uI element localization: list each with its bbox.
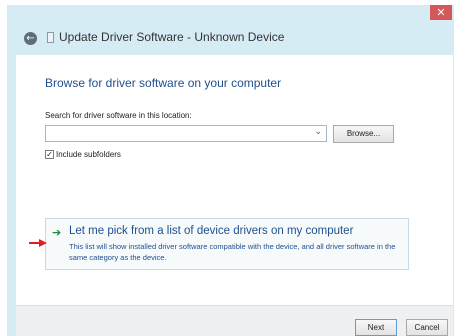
green-arrow-icon: ➔ xyxy=(52,226,62,239)
search-location-label: Search for driver software in this locat… xyxy=(45,111,192,120)
location-input[interactable] xyxy=(48,127,308,140)
wizard-content: Browse for driver software on your compu… xyxy=(16,55,453,305)
red-arrow-icon xyxy=(29,239,47,247)
device-icon xyxy=(47,32,54,43)
close-button[interactable]: ✕ xyxy=(430,5,452,20)
include-subfolders-label: Include subfolders xyxy=(56,150,121,159)
location-combobox[interactable]: ⌄ xyxy=(45,125,327,142)
back-arrow-icon: ← xyxy=(26,33,35,44)
browse-button[interactable]: Browse... xyxy=(333,125,394,143)
pick-option-title[interactable]: Let me pick from a list of device driver… xyxy=(69,225,353,237)
window-title: Update Driver Software - Unknown Device xyxy=(59,30,285,44)
chevron-down-icon[interactable]: ⌄ xyxy=(314,127,322,137)
close-icon: ✕ xyxy=(436,6,446,19)
page-heading: Browse for driver software on your compu… xyxy=(45,76,282,90)
pick-option-description: This list will show installed driver sof… xyxy=(69,242,396,262)
back-button[interactable]: ← xyxy=(24,32,37,45)
wizard-footer: Next Cancel xyxy=(16,305,453,336)
update-driver-window: ✕ ← Update Driver Software - Unknown Dev… xyxy=(7,5,454,336)
pick-from-list-option[interactable]: ➔ Let me pick from a list of device driv… xyxy=(45,218,409,270)
title-bar: ← Update Driver Software - Unknown Devic… xyxy=(7,29,454,51)
cancel-button[interactable]: Cancel xyxy=(406,319,448,336)
include-subfolders-checkbox[interactable]: ✓ xyxy=(45,150,54,159)
next-button[interactable]: Next xyxy=(355,319,397,336)
